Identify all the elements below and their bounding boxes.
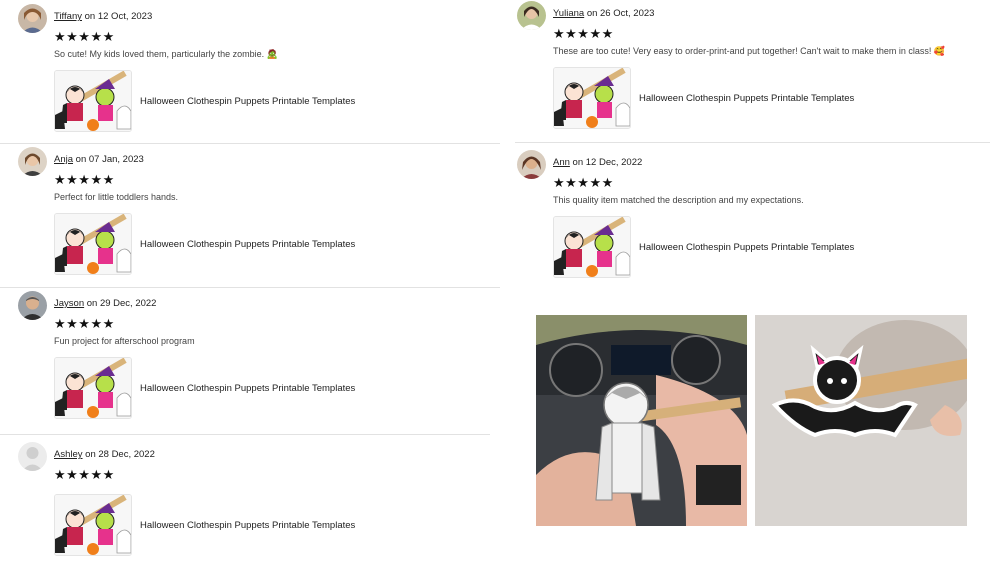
man-avatar-icon	[18, 291, 47, 320]
product-thumbnail	[553, 67, 631, 129]
review-text: These are too cute! Very easy to order-p…	[553, 46, 946, 56]
review-date: on 28 Dec, 2022	[85, 449, 155, 460]
review-meta: Jayson on 29 Dec, 2022	[54, 298, 156, 309]
vampire-puppet-icon	[536, 315, 747, 526]
product-thumbnail	[553, 216, 631, 278]
review-card: Jayson on 29 Dec, 2022 ★★★★★ Fun project…	[18, 291, 498, 423]
product-link[interactable]: Halloween Clothespin Puppets Printable T…	[54, 213, 355, 275]
bat-puppet-photo[interactable]	[755, 315, 967, 526]
product-link[interactable]: Halloween Clothespin Puppets Printable T…	[553, 67, 854, 129]
product-link[interactable]: Halloween Clothespin Puppets Printable T…	[54, 494, 355, 556]
review-meta: Yuliana on 26 Oct, 2023	[553, 8, 654, 19]
divider	[0, 143, 500, 144]
woman-avatar-icon	[18, 4, 47, 33]
review-date: on 07 Jan, 2023	[75, 154, 144, 165]
product-thumbnail	[54, 70, 132, 132]
star-rating: ★★★★★	[54, 29, 115, 44]
review-text: This quality item matched the descriptio…	[553, 195, 804, 205]
bat-puppet-icon	[755, 315, 967, 526]
review-meta: Ashley on 28 Dec, 2022	[54, 449, 155, 460]
reviewer-name[interactable]: Jayson	[54, 298, 84, 309]
reviewer-name[interactable]: Yuliana	[553, 8, 584, 19]
review-meta: Ann on 12 Dec, 2022	[553, 157, 642, 168]
avatar[interactable]	[517, 150, 546, 179]
default-avatar-icon	[18, 442, 47, 471]
review-card: Yuliana on 26 Oct, 2023 ★★★★★ These are …	[517, 1, 997, 133]
reviewer-name[interactable]: Ann	[553, 157, 570, 168]
product-title: Halloween Clothespin Puppets Printable T…	[140, 519, 356, 531]
product-title: Halloween Clothespin Puppets Printable T…	[639, 92, 855, 104]
review-date: on 26 Oct, 2023	[586, 8, 655, 19]
review-card: Ann on 12 Dec, 2022 ★★★★★ This quality i…	[517, 150, 997, 282]
star-rating: ★★★★★	[54, 467, 115, 482]
star-rating: ★★★★★	[553, 26, 614, 41]
avatar[interactable]	[517, 1, 546, 30]
avatar[interactable]	[18, 147, 47, 176]
review-text: So cute! My kids loved them, particularl…	[54, 49, 278, 59]
review-meta: Anja on 07 Jan, 2023	[54, 154, 144, 165]
woman-avatar-icon	[18, 147, 47, 176]
vampire-puppet-photo[interactable]	[536, 315, 747, 526]
reviewer-name[interactable]: Ashley	[54, 449, 83, 460]
star-rating: ★★★★★	[54, 172, 115, 187]
product-title: Halloween Clothespin Puppets Printable T…	[140, 238, 356, 250]
review-date: on 12 Dec, 2022	[572, 157, 643, 168]
woman-avatar-icon	[517, 1, 546, 30]
product-thumbnail	[54, 357, 132, 419]
product-link[interactable]: Halloween Clothespin Puppets Printable T…	[54, 70, 355, 132]
avatar[interactable]	[18, 4, 47, 33]
review-card: Anja on 07 Jan, 2023 ★★★★★ Perfect for l…	[18, 147, 498, 279]
product-thumbnail	[54, 494, 132, 556]
star-rating: ★★★★★	[54, 316, 115, 331]
divider	[0, 434, 490, 435]
review-card: Tiffany on 12 Oct, 2023 ★★★★★ So cute! M…	[18, 4, 498, 136]
reviewer-name[interactable]: Anja	[54, 154, 73, 165]
review-text: Perfect for little toddlers hands.	[54, 192, 179, 202]
product-link[interactable]: Halloween Clothespin Puppets Printable T…	[54, 357, 355, 419]
avatar[interactable]	[18, 442, 47, 471]
star-rating: ★★★★★	[553, 175, 614, 190]
review-date: on 29 Dec, 2022	[86, 298, 157, 309]
review-card: Ashley on 28 Dec, 2022 ★★★★★ Halloween C…	[18, 442, 498, 562]
product-title: Halloween Clothespin Puppets Printable T…	[140, 382, 356, 394]
divider	[0, 287, 500, 288]
divider	[515, 142, 990, 143]
product-title: Halloween Clothespin Puppets Printable T…	[639, 241, 855, 253]
reviewer-name[interactable]: Tiffany	[54, 11, 82, 22]
avatar[interactable]	[18, 291, 47, 320]
woman-avatar-icon	[517, 150, 546, 179]
product-title: Halloween Clothespin Puppets Printable T…	[140, 95, 356, 107]
product-thumbnail	[54, 213, 132, 275]
product-link[interactable]: Halloween Clothespin Puppets Printable T…	[553, 216, 854, 278]
review-text: Fun project for afterschool program	[54, 336, 195, 346]
review-date: on 12 Oct, 2023	[84, 11, 153, 22]
review-meta: Tiffany on 12 Oct, 2023	[54, 11, 152, 22]
